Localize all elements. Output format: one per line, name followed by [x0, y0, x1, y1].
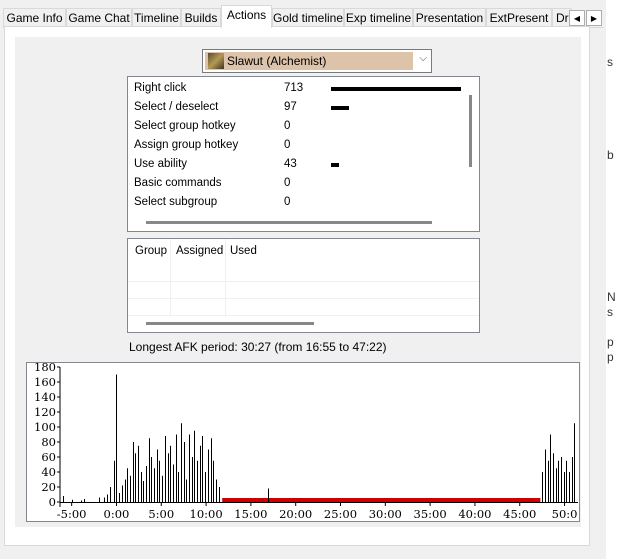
actions-per-minute-chart: 180 160 140 120 100 80 60 40 20 0 -5:00 0:00 5:00 10:… [26, 362, 580, 522]
groups-column-divider [225, 239, 226, 317]
groups-column-divider [170, 239, 171, 317]
x-tick-label: 0:00 [104, 507, 130, 521]
action-bar [331, 87, 461, 91]
action-row[interactable]: Assign group hotkey 0 [134, 136, 464, 155]
groups-row-divider [128, 315, 479, 316]
tab-scroll-right-button[interactable]: ▶ [586, 10, 602, 26]
x-tick-label: 20:00 [279, 507, 312, 521]
tab-game-chat[interactable]: Game Chat [66, 8, 132, 27]
action-count: 0 [284, 177, 291, 189]
action-label: Basic commands [134, 177, 222, 189]
tab-builds[interactable]: Builds [181, 8, 221, 27]
groups-row-divider [128, 298, 479, 299]
x-tick-label: 15:00 [234, 507, 267, 521]
player-select[interactable]: Slawut (Alchemist) ⌵ [202, 49, 432, 73]
groups-header-assigned[interactable]: Assigned [176, 245, 223, 257]
action-count: 0 [284, 120, 291, 132]
action-bar [331, 106, 349, 110]
y-tick-label: 180 [34, 363, 56, 374]
action-row[interactable]: Select / deselect 97 [134, 98, 464, 117]
action-label: Select subgroup [134, 196, 218, 208]
y-tick-label: 160 [34, 375, 56, 389]
action-row[interactable]: Right click 713 [134, 79, 464, 98]
player-select-value: Slawut (Alchemist) [227, 54, 327, 68]
player-select-highlight: Slawut (Alchemist) [205, 52, 413, 70]
afk-period-label: Longest AFK period: 30:27 (from 16:55 to… [129, 340, 387, 354]
tab-actions[interactable]: Actions [221, 5, 272, 28]
x-tick-label: 50:0 [552, 507, 578, 521]
x-tick-label: -5:00 [57, 507, 87, 521]
apm-chart-svg: 180160140120100806040200-5:00 0:00 5:00 10:… [34, 363, 578, 521]
y-tick-label: 80 [41, 435, 56, 449]
x-tick-label: 10:00 [190, 507, 223, 521]
action-label: Right click [134, 82, 187, 94]
edge-glyph: p [607, 335, 614, 349]
action-count: 713 [284, 82, 304, 94]
afk-period-bar [222, 498, 541, 502]
action-label: Use ability [134, 158, 188, 170]
actions-vertical-scrollbar[interactable] [469, 95, 472, 167]
x-tick-label: 5:00 [148, 507, 174, 521]
y-tick-label: 20 [41, 480, 56, 494]
action-count: 0 [284, 196, 291, 208]
edge-glyph: s [607, 55, 613, 69]
groups-horizontal-scrollbar[interactable] [146, 322, 314, 325]
action-row[interactable]: Basic commands 0 [134, 174, 464, 193]
action-count: 0 [284, 139, 291, 151]
action-label: Select / deselect [134, 101, 219, 113]
hero-avatar-icon [208, 53, 224, 69]
action-count: 97 [284, 101, 297, 113]
tab-presentation[interactable]: Presentation [413, 8, 486, 27]
actions-horizontal-scrollbar[interactable] [146, 221, 432, 224]
tab-gold-timeline[interactable]: Gold timeline [272, 8, 344, 27]
tab-extpresent[interactable]: ExtPresent [486, 8, 552, 27]
tab-bar: Game Info Game Chat Timeline Builds Acti… [3, 5, 603, 28]
action-label: Select group hotkey [134, 120, 236, 132]
x-tick-label: 35:00 [414, 507, 447, 521]
tab-scroll-left-button[interactable]: ◀ [569, 10, 585, 26]
tab-timeline[interactable]: Timeline [132, 8, 181, 27]
groups-header-group[interactable]: Group [135, 245, 167, 257]
edge-glyph: p [607, 350, 614, 364]
actions-list[interactable]: Right click 713 Select / deselect 97 Sel… [127, 76, 480, 232]
tab-game-info[interactable]: Game Info [3, 8, 66, 27]
tab-exp-timeline[interactable]: Exp timeline [344, 8, 413, 27]
y-tick-label: 120 [34, 405, 56, 419]
groups-row-divider [128, 281, 479, 282]
action-row[interactable]: Select subgroup 0 [134, 193, 464, 212]
action-label: Assign group hotkey [134, 139, 239, 151]
chevron-down-icon[interactable]: ⌵ [419, 53, 427, 64]
action-row[interactable]: Select group hotkey 0 [134, 117, 464, 136]
y-tick-label: 60 [41, 450, 56, 464]
window-edge [606, 0, 617, 559]
groups-table[interactable]: Group Assigned Used [127, 238, 480, 333]
y-tick-label: 100 [34, 420, 56, 434]
x-tick-label: 40:00 [458, 507, 491, 521]
action-count: 43 [284, 158, 297, 170]
action-bar [331, 163, 339, 167]
x-tick-label: 25:00 [324, 507, 357, 521]
edge-glyph: s [607, 305, 613, 319]
edge-glyph: N [607, 290, 616, 304]
y-tick-label: 0 [49, 495, 56, 509]
y-tick-label: 140 [34, 390, 56, 404]
x-tick-label: 30:00 [369, 507, 402, 521]
groups-header-used[interactable]: Used [230, 245, 257, 257]
x-tick-label: 45:00 [503, 507, 536, 521]
edge-glyph: b [607, 148, 614, 162]
action-row[interactable]: Use ability 43 [134, 155, 464, 174]
y-tick-label: 40 [41, 465, 56, 479]
